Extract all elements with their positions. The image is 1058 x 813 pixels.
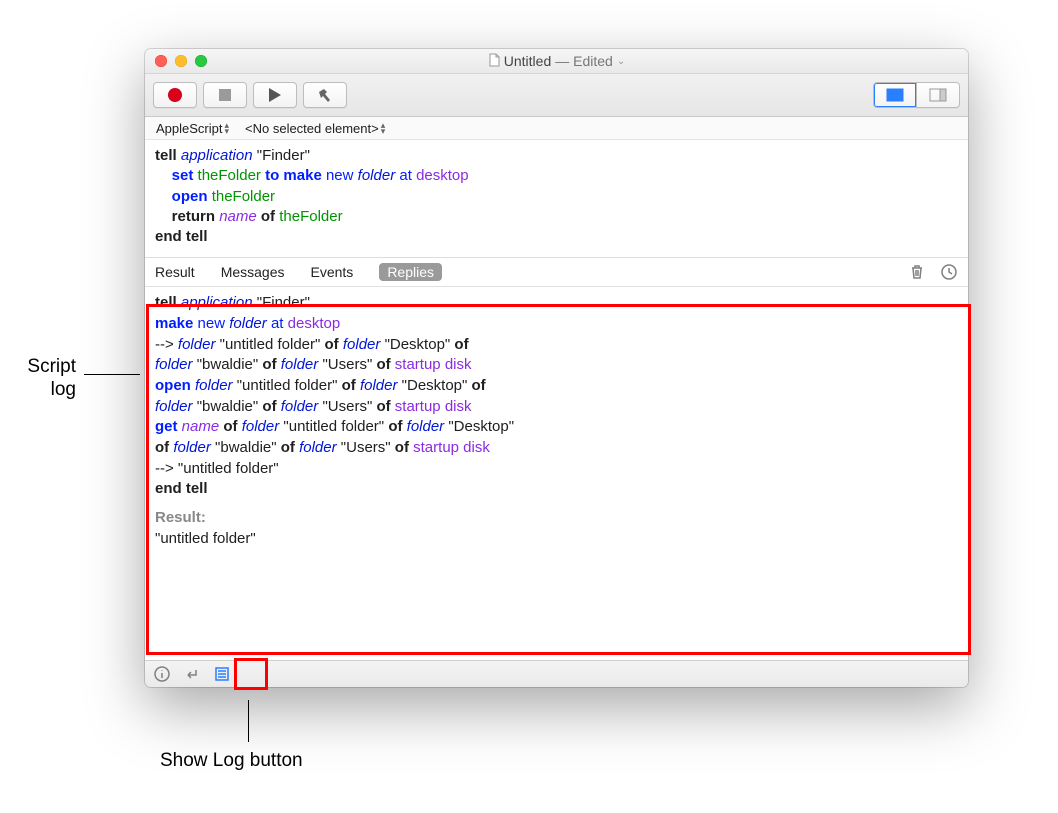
highlight-show-log-button [234,658,268,690]
annotation-line [84,374,140,375]
log-tab-replies[interactable]: Replies [379,263,442,281]
statusbar [145,660,968,687]
window-title-suffix: — Edited [555,53,613,69]
record-button[interactable] [153,82,197,108]
compile-button[interactable] [303,82,347,108]
main-view-icon [886,88,904,102]
element-popup[interactable]: <No selected element> ▴▾ [240,120,390,137]
language-popup[interactable]: AppleScript ▴▾ [151,120,234,137]
log-history-button[interactable] [940,263,958,281]
chevron-down-icon[interactable]: ⌄ [617,56,625,67]
trash-icon [908,263,926,281]
log-icon [213,665,231,683]
minimize-window-button[interactable] [175,55,187,67]
toolbar [145,74,968,117]
stepper-icon: ▴▾ [381,122,386,134]
show-main-view-button[interactable] [873,82,917,108]
clear-log-button[interactable] [908,263,926,281]
annotation-script-log: Script log [16,356,76,402]
log-pane: Result Messages Events Replies tell applica… [145,258,968,660]
navigation-bar: AppleScript ▴▾ <No selected element> ▴▾ [145,117,968,140]
return-icon [183,665,201,683]
log-tab-events[interactable]: Events [311,264,354,280]
show-log-button[interactable] [213,665,231,683]
result-value: "untitled folder" [155,529,958,550]
show-split-view-button[interactable] [916,82,960,108]
annotation-line [248,700,249,742]
split-view-icon [929,88,947,102]
log-body: tell application "Finder" make new folde… [145,287,968,660]
log-tabs: Result Messages Events Replies [145,258,968,287]
stepper-icon: ▴▾ [224,122,229,134]
stop-button[interactable] [203,82,247,108]
window-controls [145,55,207,67]
record-icon [168,88,182,102]
stop-icon [219,89,231,101]
close-window-button[interactable] [155,55,167,67]
titlebar: Untitled — Edited ⌄ [145,49,968,74]
description-button[interactable] [153,665,171,683]
clock-icon [940,263,958,281]
zoom-window-button[interactable] [195,55,207,67]
annotation-show-log: Show Log button [160,750,303,773]
document-icon [488,53,500,70]
log-tab-result[interactable]: Result [155,264,195,280]
log-tab-messages[interactable]: Messages [221,264,285,280]
run-button[interactable] [253,82,297,108]
hammer-icon [317,87,333,103]
result-header: Result: [155,508,958,529]
script-editor-window: Untitled — Edited ⌄ AppleScript ▴▾ < [145,49,968,687]
play-icon [269,88,281,102]
info-icon [153,665,171,683]
insert-return-button[interactable] [183,665,201,683]
script-source-editor[interactable]: tell application "Finder" set theFolder … [145,140,968,258]
window-title: Untitled [504,53,551,69]
